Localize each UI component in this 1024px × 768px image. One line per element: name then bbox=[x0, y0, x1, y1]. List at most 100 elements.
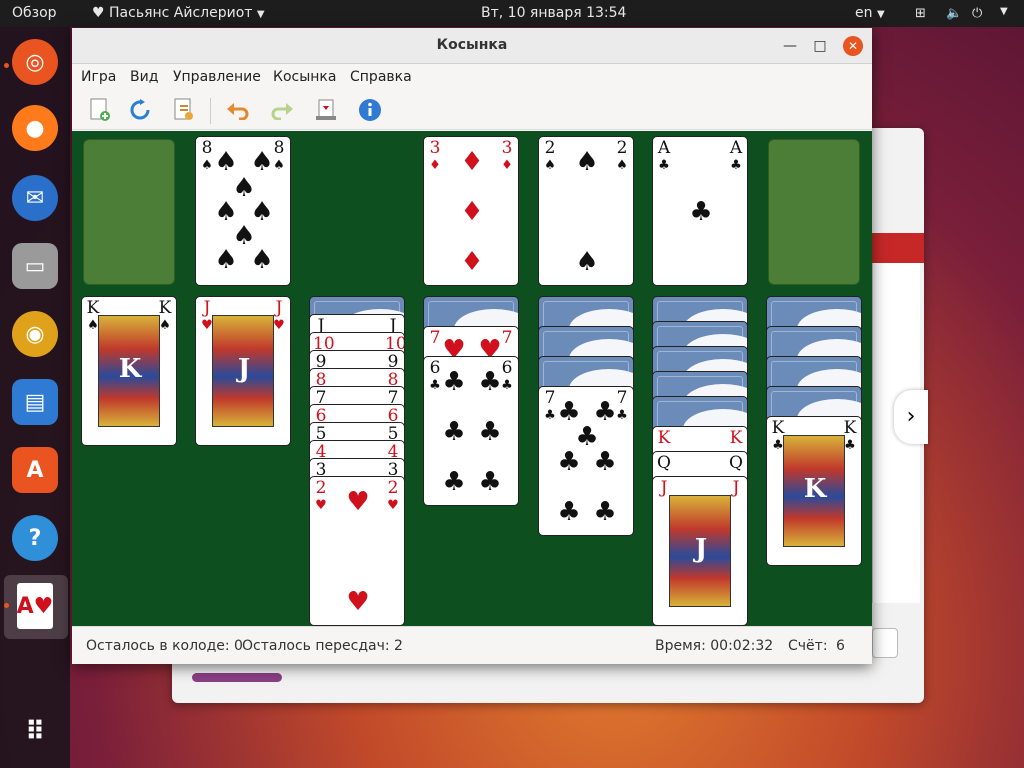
status-bar: Осталось в колоде: 0 Осталось пересдач: … bbox=[72, 626, 872, 664]
chevron-down-icon: ▼ bbox=[876, 9, 885, 20]
running-indicator bbox=[4, 63, 9, 68]
software-icon[interactable]: A bbox=[12, 447, 58, 493]
club-pip-icon: ♣ bbox=[478, 417, 502, 447]
help-icon[interactable]: ? bbox=[12, 515, 58, 561]
redo-arrow-icon bbox=[271, 103, 293, 120]
spade-pip-icon: ♠ bbox=[575, 147, 599, 177]
foundation-slot-empty[interactable] bbox=[768, 139, 860, 285]
menu-view[interactable]: Вид bbox=[130, 69, 158, 85]
new-game-icon bbox=[90, 98, 110, 121]
redeals-remaining: Осталось пересдач: 2 bbox=[242, 638, 403, 654]
foundation-card[interactable]: 2 ♠ 2 ♠ ♠ ♠ bbox=[538, 136, 634, 286]
volume-icon[interactable]: 🔈 bbox=[946, 6, 962, 21]
foundation-card[interactable]: 3 ♦ 3 ♦ ♦ ♦ ♦ bbox=[423, 136, 519, 286]
app-menu[interactable]: ♥ Пасьянс Айслериот ▼ bbox=[92, 5, 265, 21]
network-icon[interactable]: ⊞ bbox=[915, 6, 926, 21]
club-pip-icon: ♣ bbox=[593, 497, 617, 527]
club-pip-icon: ♣ bbox=[557, 447, 581, 477]
hint-icon bbox=[174, 98, 193, 120]
redo-button[interactable] bbox=[268, 96, 296, 124]
menu-bar: Игра Вид Управление Косынка Справка bbox=[72, 64, 872, 90]
undo-button[interactable] bbox=[224, 96, 252, 124]
power-icon[interactable]: ⏻ bbox=[972, 6, 982, 21]
score-value: 6 bbox=[836, 638, 845, 654]
top-bar: Обзор ♥ Пасьянс Айслериот ▼ Вт, 10 январ… bbox=[0, 0, 1024, 27]
heart-pip-icon: ♥ bbox=[346, 487, 370, 517]
files-icon[interactable]: ▭ bbox=[12, 243, 58, 289]
stock-pile-empty[interactable] bbox=[83, 139, 175, 285]
spade-pip-icon: ♠ bbox=[250, 147, 274, 177]
elapsed-time: Время: 00:02:32 bbox=[655, 638, 774, 654]
tableau-card[interactable]: 7 ♣ 7 ♣ ♣ ♣ ♣ ♣ ♣ ♣ ♣ bbox=[538, 386, 634, 536]
clock[interactable]: Вт, 10 января 13:54 bbox=[481, 5, 626, 21]
menu-control[interactable]: Управление bbox=[173, 69, 261, 85]
info-icon bbox=[359, 99, 381, 121]
rhythmbox-icon[interactable]: ◉ bbox=[12, 311, 58, 357]
title-bar[interactable]: Косынка — □ ✕ bbox=[72, 28, 872, 64]
toolbar bbox=[72, 90, 872, 130]
king-face-image: K bbox=[783, 435, 845, 547]
info-button[interactable] bbox=[356, 96, 384, 124]
tableau-card[interactable]: 6 ♣ 6 ♣ ♣ ♣ ♣ ♣ ♣ ♣ bbox=[423, 356, 519, 506]
restart-button[interactable] bbox=[126, 96, 154, 124]
foundation-card[interactable]: A ♣ A ♣ ♣ bbox=[652, 136, 748, 286]
menu-game[interactable]: Игра bbox=[81, 69, 116, 85]
tableau-card[interactable]: J ♥ J ♥ J bbox=[195, 296, 291, 446]
club-pip-icon: ♣ bbox=[593, 447, 617, 477]
club-pip-icon: ♣ bbox=[442, 367, 466, 397]
diamond-pip-icon: ♦ bbox=[460, 247, 484, 277]
jack-face-image: J bbox=[212, 315, 274, 427]
diamond-pip-icon: ♦ bbox=[460, 147, 484, 177]
language-indicator[interactable]: en ▼ bbox=[855, 5, 885, 21]
thunderbird-icon[interactable]: ✉ bbox=[12, 175, 58, 221]
running-indicator bbox=[4, 603, 9, 608]
spade-pip-icon: ♠ bbox=[575, 247, 599, 277]
club-pip-icon: ♣ bbox=[442, 467, 466, 497]
menu-help[interactable]: Справка bbox=[350, 69, 412, 85]
toolbar-separator bbox=[210, 98, 211, 124]
undo-arrow-icon bbox=[227, 103, 249, 120]
deal-cards-icon bbox=[316, 99, 336, 120]
deal-button[interactable] bbox=[312, 96, 340, 124]
chevron-right-icon[interactable]: › bbox=[894, 390, 928, 444]
game-table[interactable]: 8 ♠ 8 ♠ ♠ ♠ ♠ ♠ ♠ ♠ ♠ ♠ 3 ♦ 3 ♦ ♦ ♦ ♦ 2 ♠ 2 ♠ … bbox=[72, 131, 872, 626]
chevron-down-icon[interactable]: ▼ bbox=[1000, 6, 1008, 17]
diamond-pip-icon: ♦ bbox=[460, 197, 484, 227]
chevron-down-icon: ▼ bbox=[256, 9, 265, 20]
heart-pip-icon: ♥ bbox=[346, 587, 370, 617]
tableau-card[interactable]: J J J bbox=[652, 476, 748, 626]
dock: ◎ ● ✉ ▭ ◉ ▤ A ? A♥ ⠿ bbox=[0, 27, 70, 768]
waste-card[interactable]: 8 ♠ 8 ♠ ♠ ♠ ♠ ♠ ♠ ♠ ♠ ♠ bbox=[195, 136, 291, 286]
tableau-card[interactable]: 2 ♥ 2 ♥ ♥ ♥ bbox=[309, 476, 405, 626]
minimize-button[interactable]: — bbox=[780, 36, 800, 56]
tableau-card[interactable]: K ♠ K ♠ K bbox=[81, 296, 177, 446]
language-label: en bbox=[855, 5, 873, 21]
club-pip-icon: ♣ bbox=[442, 417, 466, 447]
maximize-button[interactable]: □ bbox=[810, 36, 830, 56]
aisleriot-icon[interactable]: A♥ bbox=[17, 583, 53, 629]
solitaire-window: Косынка — □ ✕ Игра Вид Управление Косынк… bbox=[72, 28, 872, 664]
show-apps-icon[interactable]: ⠿ bbox=[12, 709, 58, 755]
spade-pip-icon: ♠ bbox=[250, 245, 274, 275]
club-pip-icon: ♣ bbox=[557, 497, 581, 527]
tableau-card[interactable]: K ♣ K ♣ K bbox=[766, 416, 862, 566]
background-button[interactable] bbox=[872, 628, 898, 658]
activities-button[interactable]: Обзор bbox=[12, 5, 57, 21]
background-progress bbox=[192, 673, 282, 682]
club-pip-icon: ♣ bbox=[478, 467, 502, 497]
writer-icon[interactable]: ▤ bbox=[12, 379, 58, 425]
spade-pip-icon: ♠ bbox=[214, 147, 238, 177]
firefox-icon[interactable]: ● bbox=[12, 105, 58, 151]
background-banner bbox=[872, 233, 924, 263]
club-pip-icon: ♣ bbox=[478, 367, 502, 397]
menu-klondike[interactable]: Косынка bbox=[273, 69, 336, 85]
ubuntu-icon[interactable]: ◎ bbox=[12, 39, 58, 85]
close-button[interactable]: ✕ bbox=[843, 36, 863, 56]
new-game-button[interactable] bbox=[86, 96, 114, 124]
score-label: Счёт: bbox=[788, 638, 828, 654]
hint-button[interactable] bbox=[170, 96, 198, 124]
app-menu-label: Пасьянс Айслериот bbox=[109, 5, 253, 21]
king-face-image: K bbox=[98, 315, 160, 427]
club-pip-icon: ♣ bbox=[689, 197, 713, 227]
restart-icon bbox=[130, 99, 150, 120]
